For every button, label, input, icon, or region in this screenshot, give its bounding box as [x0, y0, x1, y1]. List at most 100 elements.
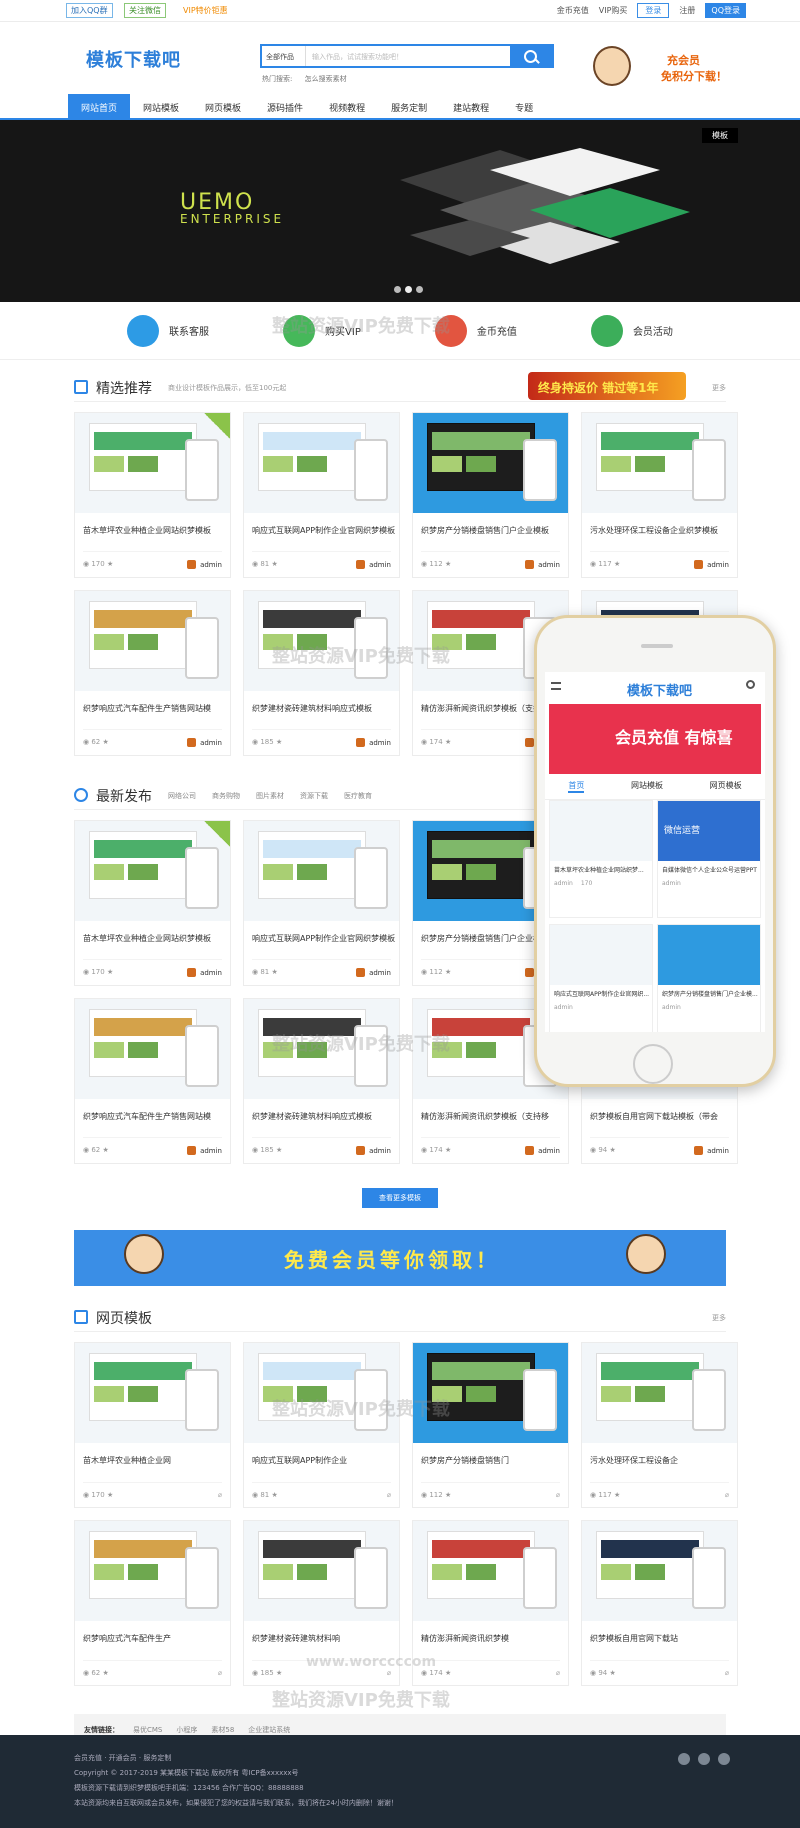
template-thumbnail[interactable] [413, 1343, 568, 1443]
star-icon[interactable]: ★ [276, 1146, 282, 1154]
attachment-icon[interactable]: ⌀ [556, 1491, 560, 1499]
qq-login-button[interactable]: QQ登录 [705, 3, 746, 18]
nav-item-video-tutorials[interactable]: 视频教程 [316, 94, 378, 118]
coin-recharge-link[interactable]: 金币充值 [557, 5, 589, 16]
menu-icon[interactable] [551, 682, 561, 690]
template-card[interactable]: 织梦响应式汽车配件生产 ◉ 62 ★ ⌀ [74, 1520, 231, 1686]
phone-card[interactable]: 织梦房产分销楼盘销售门户企业模... admin [657, 924, 761, 1032]
carousel-dot[interactable] [405, 286, 412, 293]
attachment-icon[interactable]: ⌀ [556, 1669, 560, 1677]
friend-link[interactable]: 小程序 [176, 1725, 197, 1735]
template-thumbnail[interactable] [75, 1521, 230, 1621]
star-icon[interactable]: ★ [445, 1146, 451, 1154]
star-icon[interactable]: ★ [103, 738, 109, 746]
vip-sale-link[interactable]: VIP特价钜惠 [183, 5, 228, 16]
star-icon[interactable]: ★ [614, 560, 620, 568]
template-card[interactable]: 织梦模板自用官网下载站 ◉ 94 ★ ⌀ [581, 1520, 738, 1686]
template-title[interactable]: 精仿澎湃新闻资讯织梦模 [413, 1621, 568, 1644]
search-icon[interactable] [746, 680, 755, 689]
template-thumbnail[interactable] [582, 413, 737, 513]
latest-tab[interactable]: 网络公司 [168, 791, 196, 801]
nav-item-site-tutorials[interactable]: 建站教程 [440, 94, 502, 118]
search-button[interactable] [510, 46, 552, 66]
nav-item-custom-service[interactable]: 服务定制 [378, 94, 440, 118]
template-title[interactable]: 织梦建材瓷砖建筑材料响应式模板 [244, 1099, 399, 1122]
template-card[interactable]: 织梦响应式汽车配件生产销售网站模 ◉ 62 ★ admin [74, 998, 231, 1164]
template-thumbnail[interactable] [244, 413, 399, 513]
template-title[interactable]: 苗木草坪农业种植企业网站织梦模板 [75, 921, 230, 944]
star-icon[interactable]: ★ [107, 560, 113, 568]
star-icon[interactable]: ★ [107, 968, 113, 976]
vip-promo[interactable]: 充会员 免积分下载！ [585, 46, 745, 96]
latest-tab[interactable]: 图片素材 [256, 791, 284, 801]
login-button[interactable]: 登录 [637, 3, 670, 18]
template-title[interactable]: 织梦响应式汽车配件生产销售网站模 [75, 691, 230, 714]
template-card[interactable]: 苗木草坪农业种植企业网 ◉ 170 ★ ⌀ [74, 1342, 231, 1508]
template-thumbnail[interactable] [582, 1343, 737, 1443]
star-icon[interactable]: ★ [276, 738, 282, 746]
carousel-dot[interactable] [416, 286, 423, 293]
nav-item-home[interactable]: 网站首页 [68, 94, 131, 118]
template-thumbnail[interactable] [413, 1521, 568, 1621]
attachment-icon[interactable]: ⌀ [218, 1669, 222, 1677]
template-card[interactable]: 响应式互联网APP制作企业 ◉ 81 ★ ⌀ [243, 1342, 400, 1508]
star-icon[interactable]: ★ [103, 1146, 109, 1154]
star-icon[interactable]: ★ [445, 968, 451, 976]
service-contact[interactable]: 联系客服 [127, 314, 209, 347]
template-thumbnail[interactable] [75, 1343, 230, 1443]
carousel-dot[interactable] [394, 286, 401, 293]
template-title[interactable]: 污水处理环保工程设备企 [582, 1443, 737, 1466]
template-card[interactable]: 织梦响应式汽车配件生产销售网站模 ◉ 62 ★ admin [74, 590, 231, 756]
author[interactable]: admin [187, 560, 222, 569]
latest-tab[interactable]: 医疗教育 [344, 791, 372, 801]
latest-tab[interactable]: 资源下载 [300, 791, 328, 801]
template-title[interactable]: 响应式互联网APP制作企业 [244, 1443, 399, 1466]
phone-card[interactable]: 响应式互联网APP制作企业官网织... admin [549, 924, 653, 1032]
register-link[interactable]: 注册 [679, 5, 695, 16]
template-card[interactable]: 织梦建材瓷砖建筑材料响应式模板 ◉ 185 ★ admin [243, 590, 400, 756]
author[interactable]: admin [525, 1146, 560, 1155]
template-title[interactable]: 织梦房产分销楼盘销售门 [413, 1443, 568, 1466]
template-card[interactable]: 响应式互联网APP制作企业官网织梦模板 ◉ 81 ★ admin [243, 820, 400, 986]
template-title[interactable]: 苗木草坪农业种植企业网 [75, 1443, 230, 1466]
template-title[interactable]: 响应式互联网APP制作企业官网织梦模板 [244, 921, 399, 944]
star-icon[interactable]: ★ [610, 1146, 616, 1154]
featured-promo-banner[interactable]: 终身持返价 错过等1年 [528, 372, 686, 400]
template-thumbnail[interactable] [75, 821, 230, 921]
nav-item-web-templates[interactable]: 网页模板 [192, 94, 254, 118]
attachment-icon[interactable]: ⌀ [218, 1491, 222, 1499]
hero-banner[interactable]: 模板 UEMO ENTERPRISE [0, 120, 800, 302]
template-card[interactable]: 织梦建材瓷砖建筑材料响应式模板 ◉ 185 ★ admin [243, 998, 400, 1164]
star-icon[interactable]: ★ [610, 1669, 616, 1677]
search-input[interactable]: 输入作品，试试搜索功能吧！ [306, 46, 510, 66]
service-member-activity[interactable]: 会员活动 [590, 314, 673, 347]
author[interactable]: admin [356, 560, 391, 569]
footer-links[interactable]: 会员充值 · 开通会员 · 服务定制 [74, 1751, 726, 1766]
author[interactable]: admin [694, 1146, 729, 1155]
vip-buy-link[interactable]: VIP购买 [599, 5, 628, 16]
star-icon[interactable]: ★ [614, 1491, 620, 1499]
qq-icon[interactable] [698, 1753, 710, 1765]
template-title[interactable]: 苗木草坪农业种植企业网站织梦模板 [75, 513, 230, 536]
template-title[interactable]: 织梦建材瓷砖建筑材料响 [244, 1621, 399, 1644]
template-title[interactable]: 织梦响应式汽车配件生产销售网站模 [75, 1099, 230, 1122]
template-title[interactable]: 织梦响应式汽车配件生产 [75, 1621, 230, 1644]
template-title[interactable]: 精仿澎湃新闻资讯织梦模板（支持移 [413, 1099, 568, 1122]
friend-link[interactable]: 素材58 [211, 1725, 234, 1735]
star-icon[interactable]: ★ [272, 1491, 278, 1499]
star-icon[interactable]: ★ [272, 968, 278, 976]
attachment-icon[interactable]: ⌀ [725, 1491, 729, 1499]
wechat-icon[interactable] [718, 1753, 730, 1765]
phone-tab[interactable]: 网页模板 [710, 780, 742, 793]
template-card[interactable]: 污水处理环保工程设备企 ◉ 117 ★ ⌀ [581, 1342, 738, 1508]
template-thumbnail[interactable] [244, 821, 399, 921]
friend-link[interactable]: 企业建站系统 [248, 1725, 290, 1735]
join-qq-group-button[interactable]: 加入QQ群 [66, 3, 113, 18]
template-card[interactable]: 织梦房产分销楼盘销售门户企业模板 ◉ 112 ★ admin [412, 412, 569, 578]
star-icon[interactable]: ★ [445, 560, 451, 568]
phone-banner[interactable]: 会员充值 有惊喜 [549, 704, 761, 774]
template-card[interactable]: 苗木草坪农业种植企业网站织梦模板 ◉ 170 ★ admin [74, 820, 231, 986]
template-thumbnail[interactable] [75, 999, 230, 1099]
nav-item-source-plugins[interactable]: 源码插件 [254, 94, 316, 118]
view-more-templates-button[interactable]: 查看更多模板 [362, 1188, 438, 1208]
